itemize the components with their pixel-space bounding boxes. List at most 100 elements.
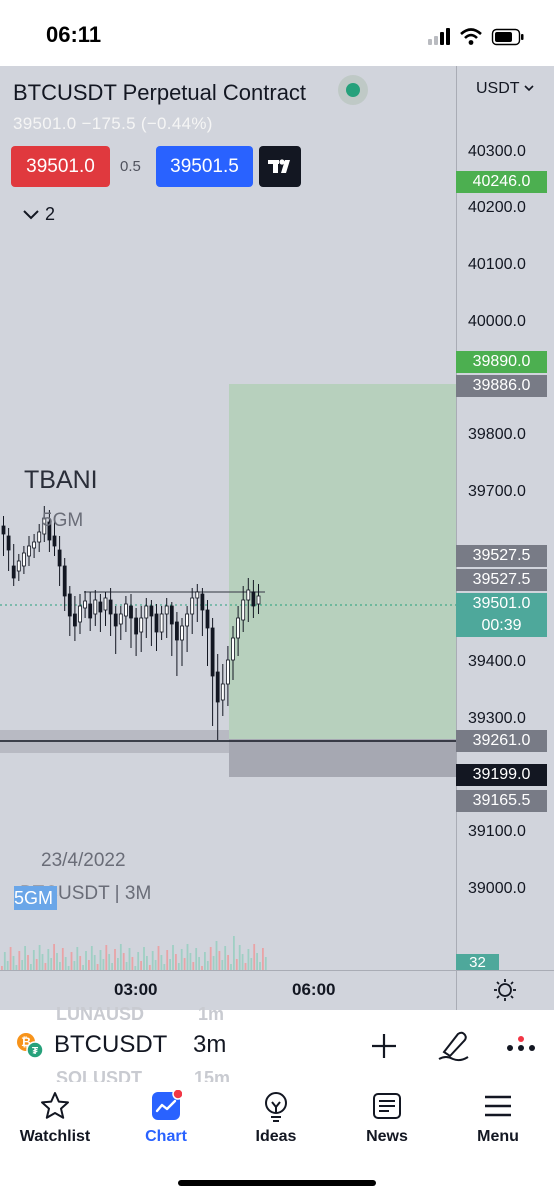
price-tick: 39400.0 <box>468 653 526 670</box>
last-price-badge[interactable]: 39501.0 00:39 <box>456 593 547 637</box>
market-open-dot <box>346 83 360 97</box>
volume-bar <box>192 962 195 970</box>
candle-body <box>32 541 36 549</box>
volume-bar <box>151 951 154 970</box>
volume-bar <box>143 947 145 970</box>
volume-bar <box>6 961 9 970</box>
volume-bar <box>111 963 113 970</box>
volume-bar <box>125 962 128 970</box>
volume-bar <box>247 949 250 970</box>
buy-button[interactable]: 39501.5 <box>156 146 253 187</box>
volume-bar <box>241 954 244 970</box>
volume-bar <box>227 955 229 970</box>
candle-body <box>52 535 57 547</box>
price-badge-take-profit[interactable]: 39890.0 <box>456 351 547 373</box>
candle-body <box>73 613 77 627</box>
svg-text:₮: ₮ <box>32 1046 38 1057</box>
candle-body <box>62 565 67 597</box>
volume-bar <box>61 948 64 970</box>
candle-body <box>205 609 210 629</box>
volume-bar <box>154 960 157 970</box>
candle-body <box>220 683 225 701</box>
candle-body <box>210 627 215 677</box>
price-badge-support[interactable]: 39261.0 <box>456 730 547 752</box>
nav-label: News <box>366 1128 408 1145</box>
nav-label: Chart <box>145 1128 187 1145</box>
star-icon <box>41 1092 69 1119</box>
price-badge-stop-loss[interactable]: 39199.0 <box>456 764 547 786</box>
indicators-toggle[interactable]: 2 <box>22 204 55 225</box>
candle-body <box>134 617 139 635</box>
candle-body <box>129 605 133 619</box>
drawing-text-tbani[interactable]: TBANI <box>24 466 98 495</box>
price-badge-low[interactable]: 39165.5 <box>456 790 547 812</box>
volume-bar <box>146 956 148 970</box>
price-badge-resistance[interactable]: 39527.5 <box>456 545 547 567</box>
candle-body <box>6 535 11 551</box>
drawing-text-5gm-selected[interactable]: 5GM <box>14 886 57 910</box>
price-badge-entry[interactable]: 39527.5 <box>456 569 547 591</box>
nav-label: Menu <box>477 1128 519 1145</box>
volume-badge: 32 <box>456 954 499 970</box>
chart-settings-button[interactable] <box>456 970 554 1011</box>
nav-label: Watchlist <box>19 1128 91 1145</box>
sell-button[interactable]: 39501.0 <box>11 146 110 187</box>
candle-body <box>103 597 108 611</box>
volume-bar <box>59 962 61 970</box>
price-tick: 40200.0 <box>468 199 526 216</box>
drawing-tools-icon[interactable] <box>436 1028 470 1062</box>
volume-bar <box>41 954 44 970</box>
status-time: 06:11 <box>46 22 102 47</box>
candle-body <box>139 617 144 633</box>
nav-ideas[interactable]: Ideas <box>221 1090 331 1160</box>
ghost-interval-above: 1m <box>198 1004 225 1024</box>
position-profit-zone <box>229 384 456 739</box>
volume-bar <box>180 949 183 970</box>
volume-bar <box>93 955 96 970</box>
price-tick: 40000.0 <box>468 313 526 330</box>
volume-bar <box>18 951 21 970</box>
volume-bar <box>38 945 41 970</box>
volume-bar <box>160 955 163 970</box>
candle-body <box>21 552 26 567</box>
candle-body <box>11 565 16 579</box>
nav-news[interactable]: News <box>332 1090 442 1160</box>
signal-icon <box>428 28 450 45</box>
plus-icon[interactable] <box>368 1030 400 1062</box>
price-tick: 39100.0 <box>468 823 526 840</box>
volume-bar <box>53 944 55 970</box>
volume-bar <box>175 954 177 970</box>
time-tick: 03:00 <box>114 980 158 999</box>
interval-button[interactable]: 3m <box>193 1031 226 1059</box>
nav-menu[interactable]: Menu <box>443 1090 553 1160</box>
status-icons <box>428 28 524 46</box>
volume-bar <box>117 958 119 970</box>
last-price-value: 39501.0 <box>472 595 531 612</box>
volume-bar <box>56 953 58 970</box>
volume-bar <box>169 959 171 970</box>
more-options-icon[interactable] <box>504 1036 538 1056</box>
candle-body <box>246 589 251 601</box>
candle-body <box>236 617 241 639</box>
ghost-symbol-above: LUNAUSD <box>56 1004 144 1024</box>
tradingview-logo-button[interactable] <box>259 146 301 187</box>
volume-bar <box>12 956 15 970</box>
price-change: 39501.0 −175.5 (−0.44%) <box>13 114 213 133</box>
time-tick: 06:00 <box>292 980 336 999</box>
volume-bar <box>128 948 131 970</box>
volume-bar <box>177 963 180 970</box>
symbol-search-button[interactable]: BTCUSDT <box>54 1031 167 1059</box>
drawing-text-5gm[interactable]: 5GM <box>42 510 83 532</box>
volume-bar <box>204 952 206 970</box>
candle-body <box>256 595 261 605</box>
volume-bar <box>172 945 174 970</box>
price-tick: 39700.0 <box>468 483 526 500</box>
price-badge-high[interactable]: 39886.0 <box>456 375 547 397</box>
volume-bar <box>244 963 247 970</box>
nav-chart[interactable]: Chart <box>111 1090 221 1160</box>
volume-bar <box>76 947 79 970</box>
nav-watchlist[interactable]: Watchlist <box>0 1090 110 1160</box>
candle-body <box>200 593 205 611</box>
candle-body <box>16 560 21 572</box>
price-badge-target[interactable]: 40246.0 <box>456 171 547 193</box>
